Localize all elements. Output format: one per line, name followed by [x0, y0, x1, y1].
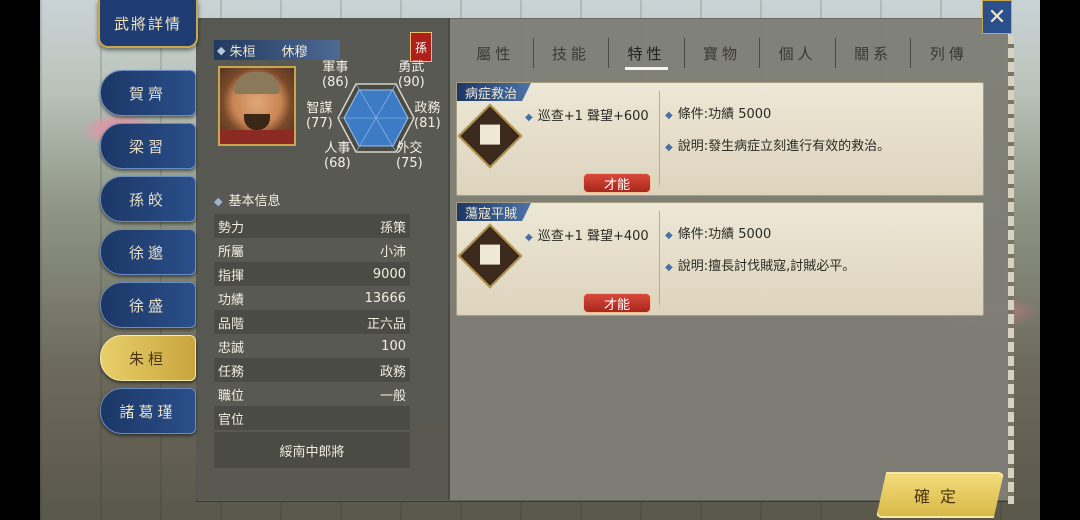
screen-title: 武將詳情	[98, 0, 198, 48]
close-button[interactable]: ✕	[982, 0, 1012, 34]
trait-condition: ◆ 條件:功績 5000	[665, 227, 772, 242]
general-tab-liang-xi[interactable]: 梁習	[100, 123, 196, 169]
tab-traits[interactable]: 特性	[609, 38, 685, 70]
info-row: 所屬 小沛	[218, 244, 406, 260]
tab-treasures[interactable]: 寶物	[685, 38, 761, 68]
decorative-rope	[1008, 34, 1014, 504]
trait-category-badge: 才能	[583, 293, 651, 313]
stat-personnel: 人事 (68)	[324, 141, 351, 171]
tab-biography[interactable]: 列傳	[911, 38, 986, 68]
diamond-icon: ◆	[214, 195, 223, 208]
diamond-icon: ◆	[665, 230, 673, 241]
info-row: 指揮 9000	[214, 262, 410, 286]
tab-skills[interactable]: 技能	[534, 38, 610, 68]
general-tab-zhuge-jin[interactable]: 諸葛瑾	[100, 388, 196, 434]
general-tab-zhu-huan[interactable]: 朱桓	[100, 335, 196, 381]
diamond-icon: ◆	[665, 262, 673, 273]
diamond-icon: ◆	[525, 112, 533, 123]
stat-valor: 勇武 (90)	[398, 60, 425, 90]
info-row: 職位 一般	[218, 388, 406, 404]
general-tab-xu-miao[interactable]: 徐邈	[100, 229, 196, 275]
faction-seal: 孫	[410, 32, 432, 62]
trait-name: 蕩寇平賊	[457, 203, 532, 221]
card-divider	[659, 211, 660, 305]
scroll-icon	[457, 223, 523, 289]
diamond-icon: ◆	[217, 43, 226, 57]
general-portrait	[218, 66, 296, 146]
info-row: 品階 正六品	[214, 310, 410, 334]
confirm-button[interactable]: 確定	[876, 472, 1004, 518]
general-name: 朱桓	[229, 44, 256, 60]
trait-category-badge: 才能	[583, 173, 651, 193]
info-row: 任務 政務	[214, 358, 410, 382]
trait-condition: ◆ 條件:功績 5000	[665, 107, 772, 122]
info-row: 功績 13666	[218, 290, 406, 308]
trait-description: ◆ 說明:擅長討伐賊寇,討賊必平。	[665, 259, 856, 274]
trait-card: 蕩寇平賊 ◆ 巡查+1 聲望+400 ◆ 條件:功績 5000 ◆ 說明:擅長討伐賊寇…	[456, 202, 984, 316]
diamond-icon: ◆	[665, 110, 673, 121]
general-tab-sun-jiao[interactable]: 孫皎	[100, 176, 196, 222]
official-title: 綏南中郎將	[214, 432, 410, 468]
close-icon: ✕	[987, 4, 1007, 30]
trait-description: ◆ 說明:發生病症立刻進行有效的救治。	[665, 139, 891, 154]
trait-effect: ◆ 巡查+1 聲望+400	[525, 229, 649, 244]
diamond-icon: ◆	[665, 142, 673, 153]
stat-military: 軍事 (86)	[322, 60, 349, 90]
stat-diplomacy: 外交 (75)	[396, 141, 423, 171]
tab-personal[interactable]: 個人	[760, 38, 836, 68]
card-divider	[659, 91, 660, 185]
tab-relations[interactable]: 關系	[836, 38, 912, 68]
info-row: 勢力 孫策	[214, 214, 410, 238]
general-tab-he-qi[interactable]: 賀齊	[100, 70, 196, 116]
general-courtesy-name: 休穆	[281, 44, 308, 60]
detail-tabs: 屬性 技能 特性 寶物 個人 關系 列傳	[458, 38, 986, 70]
general-tab-xu-sheng[interactable]: 徐盛	[100, 282, 196, 328]
info-row: 官位	[214, 406, 410, 430]
trait-name: 病症救治	[457, 83, 532, 101]
stat-strategy: 智謀 (77)	[306, 101, 333, 131]
info-row: 忠誠 100	[218, 338, 406, 356]
trait-card: 病症救治 ◆ 巡查+1 聲望+600 ◆ 條件:功績 5000 ◆ 說明:發生病症立刻…	[456, 82, 984, 196]
stat-politics: 政務 (81)	[414, 101, 441, 131]
trait-effect: ◆ 巡查+1 聲望+600	[525, 109, 649, 124]
general-name-bar: ◆ 朱桓 休穆	[214, 40, 340, 60]
tab-attributes[interactable]: 屬性	[458, 38, 534, 68]
basic-info-header: ◆ 基本信息	[214, 194, 281, 209]
basic-info-table: 勢力 孫策 所屬 小沛 指揮 9000 功績 13666 品階 正六品 忠誠 100 任務政…	[214, 214, 410, 430]
scroll-icon	[457, 103, 523, 169]
diamond-icon: ◆	[525, 232, 533, 243]
